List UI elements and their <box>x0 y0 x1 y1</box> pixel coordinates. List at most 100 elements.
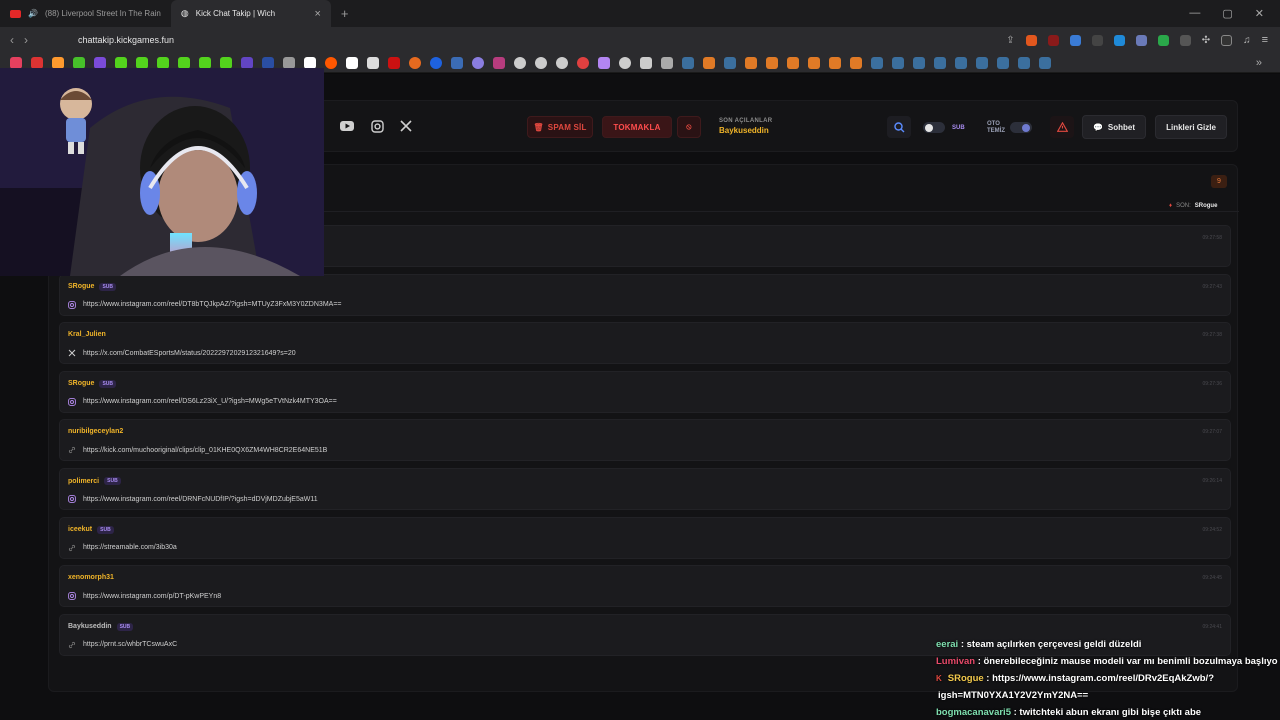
bookmark-icon[interactable] <box>262 56 274 69</box>
row-user[interactable]: iceekut SUB <box>68 525 114 534</box>
bookmark-icon[interactable] <box>367 56 379 69</box>
bookmark-icon[interactable] <box>388 56 400 69</box>
hide-links-button[interactable]: Linkleri Gizle <box>1155 115 1227 139</box>
link-row[interactable]: SRogue SUB https://www.instagram.com/reel/… <box>59 370 1231 413</box>
bookmark-icon[interactable] <box>178 56 190 69</box>
link-row[interactable]: SRogue SUB https://www.instagram.com/reel/… <box>59 273 1231 316</box>
steam-icon[interactable] <box>1018 56 1030 69</box>
bookmark-icon[interactable] <box>829 56 841 69</box>
bookmark-icon[interactable] <box>31 56 43 69</box>
row-link[interactable]: https://x.com/CombatESportsM/status/2022… <box>68 349 296 357</box>
row-user[interactable]: SRogue SUB <box>68 282 117 291</box>
bookmarks-overflow-icon[interactable]: » <box>1256 57 1262 69</box>
puzzle-icon[interactable]: ✣ <box>1202 35 1210 46</box>
search-button[interactable] <box>887 116 911 138</box>
link-row[interactable]: iceekut SUB https://streamable.com/3ib30a 0… <box>59 516 1231 559</box>
bookmark-icon[interactable] <box>745 56 757 69</box>
row-username[interactable]: Kral_Julien <box>68 331 106 338</box>
close-window-icon[interactable]: ✕ <box>1255 7 1264 20</box>
row-username[interactable]: nuribilgeceylan2 <box>68 428 123 435</box>
sub-toggle[interactable] <box>923 122 945 133</box>
bookmark-icon[interactable] <box>10 56 22 69</box>
steam-icon[interactable] <box>913 56 925 69</box>
bookmark-icon[interactable] <box>577 56 589 69</box>
bookmark-icon[interactable] <box>493 56 505 69</box>
steam-icon[interactable] <box>1039 56 1051 69</box>
bookmark-icon[interactable] <box>136 56 148 69</box>
share-icon[interactable]: ⇪ <box>1006 35 1014 46</box>
link-row[interactable]: xenomorph31 https://www.instagram.com/p/D… <box>59 565 1231 608</box>
bookmark-icon[interactable] <box>850 56 862 69</box>
back-icon[interactable]: ‹ <box>10 33 14 47</box>
row-username[interactable]: Baykuseddin <box>68 623 112 630</box>
bookmark-icon[interactable] <box>556 56 568 69</box>
steam-icon[interactable] <box>976 56 988 69</box>
bookmark-icon[interactable] <box>430 56 442 69</box>
extension-icon[interactable] <box>1135 34 1147 46</box>
row-link-text[interactable]: https://kick.com/muchooriginal/clips/cli… <box>83 447 327 454</box>
steam-icon[interactable] <box>682 56 694 69</box>
bookmark-icon[interactable] <box>94 56 106 69</box>
bookmark-icon[interactable] <box>199 56 211 69</box>
row-user[interactable]: SRogue SUB <box>68 379 117 388</box>
steam-icon[interactable] <box>871 56 883 69</box>
row-link[interactable]: https://streamable.com/3ib30a <box>68 544 177 552</box>
ban-button[interactable]: ⦸ <box>677 116 701 138</box>
extension-icon[interactable] <box>1091 34 1103 46</box>
bookmark-icon[interactable] <box>787 56 799 69</box>
bookmark-icon[interactable] <box>598 56 610 69</box>
bookmark-icon[interactable] <box>73 56 85 69</box>
row-link-text[interactable]: https://x.com/CombatESportsM/status/2022… <box>83 350 296 357</box>
auto-clean-toggle[interactable] <box>1010 122 1032 133</box>
link-row[interactable]: nuribilgeceylan2 https://kick.com/muchoor… <box>59 419 1231 462</box>
bookmark-icon[interactable] <box>220 56 232 69</box>
bookmark-icon[interactable] <box>346 56 358 69</box>
bookmark-icon[interactable] <box>409 56 421 69</box>
row-user[interactable]: Kral_Julien <box>68 331 106 338</box>
row-link[interactable]: https://prnt.sc/whbrTCswuAxC <box>68 641 177 649</box>
close-tab-icon[interactable]: × <box>314 8 320 20</box>
recent-user[interactable]: Baykuseddin <box>719 126 772 135</box>
row-username[interactable]: polimerci <box>68 478 99 485</box>
bookmark-icon[interactable] <box>640 56 652 69</box>
row-username[interactable]: xenomorph31 <box>68 574 114 581</box>
row-link[interactable]: https://www.instagram.com/p/DT-pKwPEYn8 <box>68 592 221 601</box>
link-row[interactable]: Kral_Julien https://x.com/CombatESportsM/… <box>59 322 1231 365</box>
x-icon[interactable] <box>397 117 415 135</box>
maximize-icon[interactable]: ▢ <box>1222 7 1232 20</box>
bookmark-icon[interactable] <box>157 56 169 69</box>
steam-icon[interactable] <box>724 56 736 69</box>
bookmark-icon[interactable] <box>703 56 715 69</box>
row-username[interactable]: SRogue <box>68 380 94 387</box>
row-link-text[interactable]: https://prnt.sc/whbrTCswuAxC <box>83 641 177 648</box>
row-link-text[interactable]: https://streamable.com/3ib30a <box>83 544 177 551</box>
bookmark-icon[interactable] <box>52 56 64 69</box>
bookmark-icon[interactable] <box>241 56 253 69</box>
steam-icon[interactable] <box>934 56 946 69</box>
tab-kick-chat[interactable]: ◍ Kick Chat Takip | Wich × <box>170 0 331 27</box>
bookmark-icon[interactable] <box>472 56 484 69</box>
spam-delete-button[interactable]: 🗑 SPAM SİL <box>527 116 593 138</box>
bookmark-icon[interactable] <box>451 56 463 69</box>
steam-icon[interactable] <box>997 56 1009 69</box>
bookmark-icon[interactable] <box>514 56 526 69</box>
row-user[interactable]: polimerci SUB <box>68 477 121 485</box>
brave-shield-icon[interactable] <box>1025 34 1037 46</box>
row-link[interactable]: https://kick.com/muchooriginal/clips/cli… <box>68 446 327 454</box>
tab-youtube[interactable]: 🔊 (88) Liverpool Street In The Rain <box>0 0 171 27</box>
row-user[interactable]: nuribilgeceylan2 <box>68 428 123 435</box>
steam-icon[interactable] <box>892 56 904 69</box>
instagram-icon[interactable] <box>368 117 386 135</box>
bookmark-icon[interactable] <box>808 56 820 69</box>
extension-icon[interactable] <box>1069 34 1081 46</box>
steam-icon[interactable] <box>955 56 967 69</box>
ublock-icon[interactable] <box>1047 34 1059 46</box>
row-user[interactable]: xenomorph31 <box>68 574 114 581</box>
bookmark-icon[interactable] <box>115 56 127 69</box>
minimize-icon[interactable]: — <box>1189 7 1200 20</box>
bookmark-icon[interactable] <box>766 56 778 69</box>
row-link-text[interactable]: https://www.instagram.com/p/DT-pKwPEYn8 <box>83 593 221 600</box>
forward-icon[interactable]: › <box>24 33 28 47</box>
extension-icon[interactable] <box>1179 34 1191 46</box>
sidebar-icon[interactable] <box>1221 34 1233 46</box>
